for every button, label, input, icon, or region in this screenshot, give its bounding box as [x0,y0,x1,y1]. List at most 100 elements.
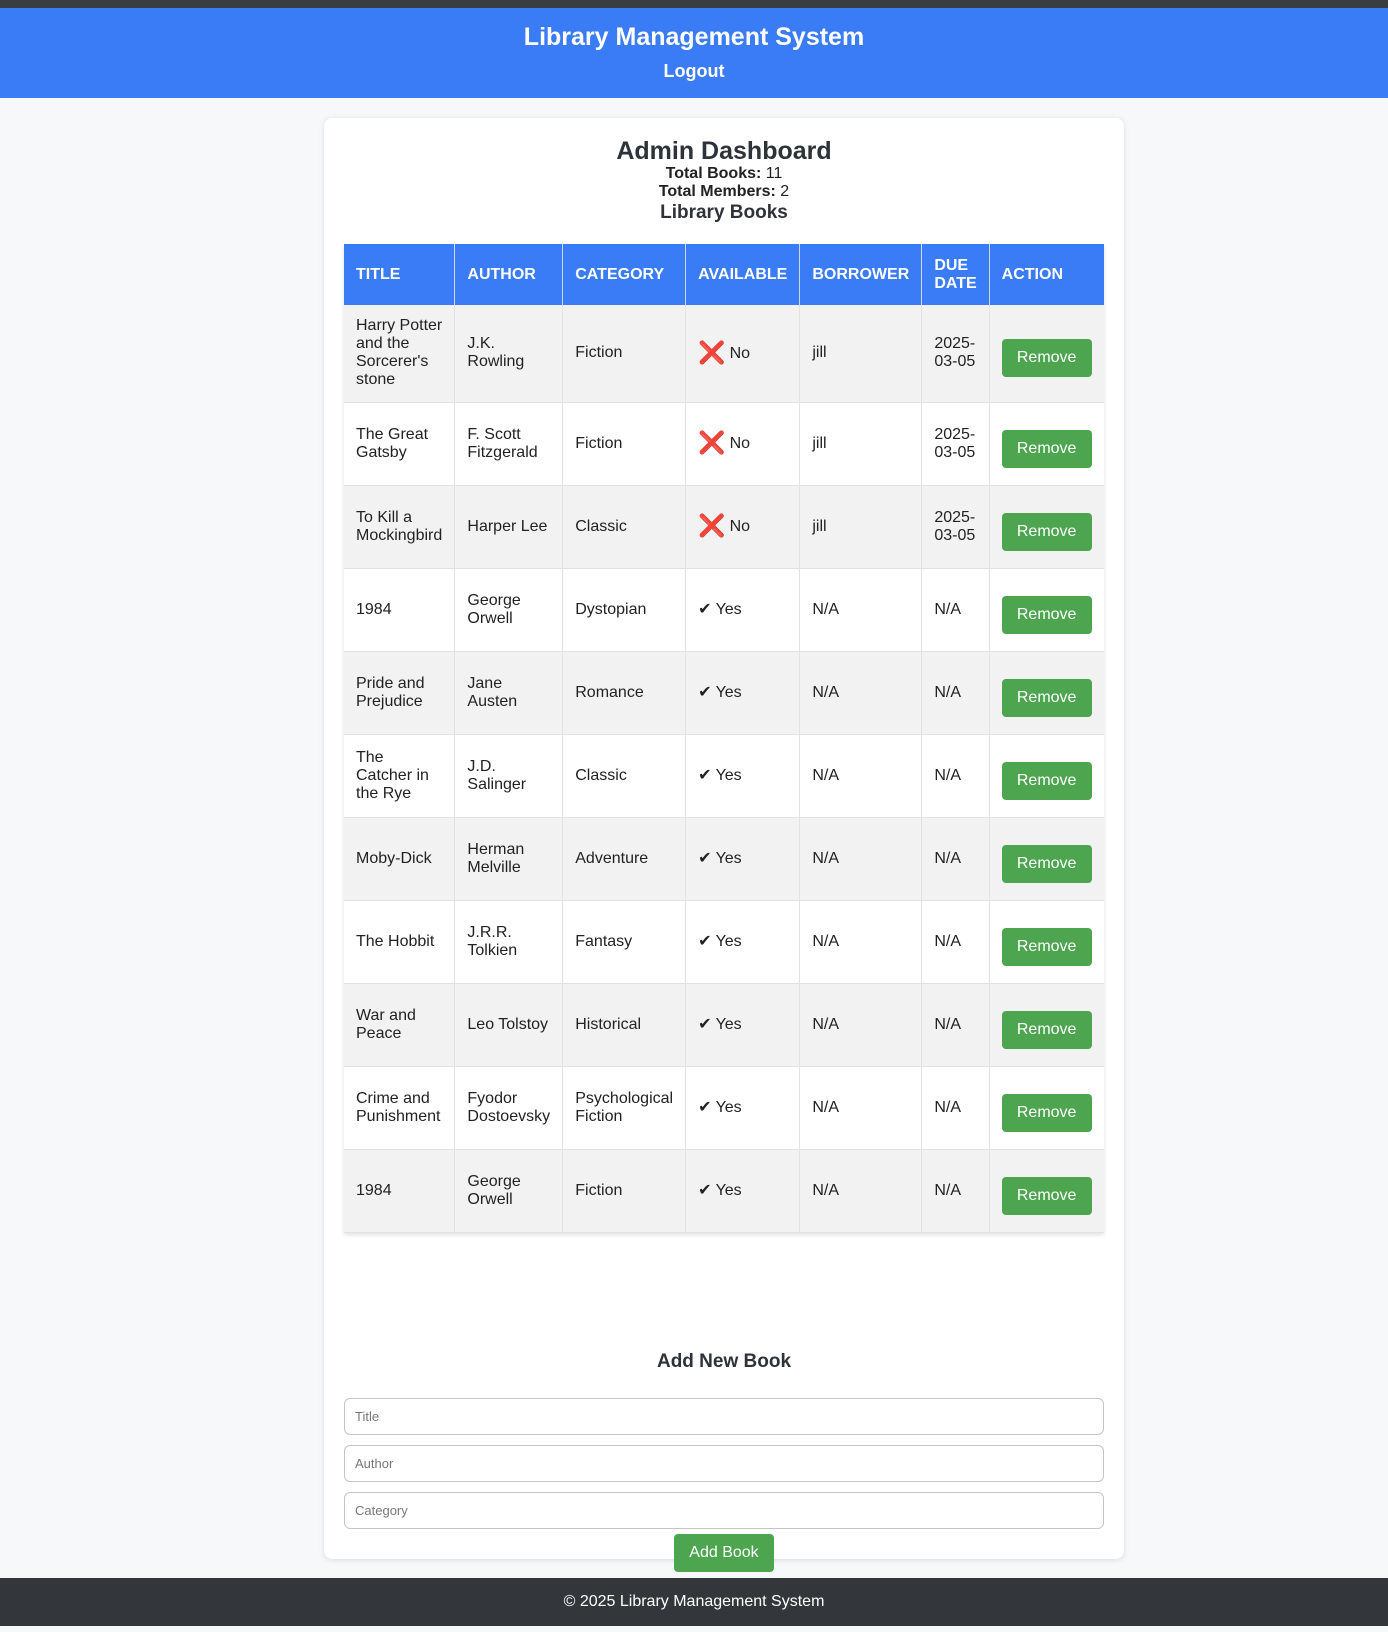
available-text: Yes [715,1181,742,1199]
cell-due-date: N/A [921,1066,990,1150]
available-text: Yes [715,600,742,618]
cell-available: ❌ No [685,485,801,569]
table-row: 1984 George Orwell Fiction ✔ Yes N/A N/A Remove [344,1149,1104,1233]
cell-borrower: jill [799,402,923,486]
cell-borrower: N/A [799,1149,923,1233]
cell-due-date: 2025-03-05 [921,402,990,486]
cell-category: Classic [562,734,687,818]
total-members-value: 2 [780,183,790,200]
total-members-label: Total Members: [658,183,776,200]
remove-button[interactable]: Remove [1001,1176,1092,1215]
cell-due-date: 2025-03-05 [921,485,990,569]
cell-borrower: N/A [799,817,923,901]
cell-available: ✔ Yes [685,983,801,1067]
available-text: Yes [715,766,742,784]
cell-category: Romance [562,651,687,735]
app-header: Library Management System Logout [0,8,1388,98]
available-text: Yes [715,1098,742,1116]
dashboard-card: Admin Dashboard Total Books: 11 Total Me… [324,118,1124,1572]
cell-category: Fiction [562,305,687,403]
total-books-value: 11 [765,165,783,182]
table-row: Pride and Prejudice Jane Austen Romance ✔ Ye… [344,651,1104,735]
header-available: Available [685,244,801,305]
cell-due-date: N/A [921,734,990,818]
cell-available: ✔ Yes [685,817,801,901]
cell-category: Historical [562,983,687,1067]
available-text: Yes [715,932,742,950]
header-title: Title [344,244,456,305]
cell-borrower: N/A [799,1066,923,1150]
cell-category: Psychological Fiction [562,1066,687,1150]
cell-author: George Orwell [454,568,564,652]
cell-author: Jane Austen [454,651,564,735]
check-mark-icon: ✔ [698,932,712,950]
add-book-button[interactable]: Add Book [674,1534,774,1572]
header-author: Author [454,244,564,305]
cell-action: Remove [989,651,1104,735]
cell-available: ✔ Yes [685,568,801,652]
remove-button[interactable]: Remove [1001,595,1092,634]
cross-mark-icon: ❌ [698,513,726,538]
cell-action: Remove [989,900,1104,984]
remove-button[interactable]: Remove [1001,927,1092,966]
cell-due-date: N/A [921,817,990,901]
remove-button[interactable]: Remove [1001,844,1092,883]
cell-borrower: N/A [799,734,923,818]
table-row: 1984 George Orwell Dystopian ✔ Yes N/A N/A Remo… [344,568,1104,652]
available-text: No [729,435,751,452]
header-category: Category [562,244,687,305]
cell-title: Moby-Dick [344,817,456,901]
top-strip [0,0,1388,8]
logout-link[interactable]: Logout [664,58,725,84]
cell-available: ✔ Yes [685,900,801,984]
cell-due-date: N/A [921,568,990,652]
cross-mark-icon: ❌ [698,339,726,365]
cell-due-date: N/A [921,900,990,984]
check-mark-icon: ✔ [698,766,712,784]
remove-button[interactable]: Remove [1001,678,1092,717]
cell-author: George Orwell [454,1149,564,1233]
cell-category: Fiction [562,402,687,486]
remove-button[interactable]: Remove [1001,761,1092,800]
add-book-heading: Add New Book [656,1351,792,1372]
check-mark-icon: ✔ [698,1181,712,1199]
cell-borrower: N/A [799,651,923,735]
cell-title: The Catcher in the Rye [344,734,456,818]
cell-borrower: jill [799,485,923,569]
check-mark-icon: ✔ [698,849,712,867]
remove-button[interactable]: Remove [1001,429,1092,468]
cell-title: Pride and Prejudice [344,651,456,735]
title-input[interactable] [344,1398,1104,1435]
remove-button[interactable]: Remove [1001,339,1092,378]
cell-category: Dystopian [562,568,687,652]
cell-action: Remove [989,817,1104,901]
cell-due-date: N/A [921,1149,990,1233]
available-text: Yes [715,683,742,701]
page-title: Admin Dashboard [616,137,832,165]
remove-button[interactable]: Remove [1001,512,1092,551]
available-text: No [729,344,751,362]
check-mark-icon: ✔ [698,1098,712,1116]
remove-button[interactable]: Remove [1001,1093,1092,1132]
cell-title: 1984 [344,1149,456,1233]
author-input[interactable] [344,1445,1104,1482]
remove-button[interactable]: Remove [1001,1010,1092,1049]
cell-due-date: 2025-03-05 [921,305,990,403]
cell-author: Leo Tolstoy [454,983,564,1067]
cell-title: To Kill a Mockingbird [344,485,456,569]
cell-borrower: N/A [799,983,923,1067]
cell-title: The Hobbit [344,900,456,984]
available-text: Yes [715,1015,742,1033]
cell-action: Remove [989,485,1104,569]
category-input[interactable] [344,1492,1104,1529]
cell-action: Remove [989,983,1104,1067]
cell-action: Remove [989,568,1104,652]
total-books-stat: Total Books: 11 [324,165,1124,183]
cell-title: The Great Gatsby [344,402,456,486]
table-row: To Kill a Mockingbird Harper Lee Classic ❌ N… [344,485,1104,569]
cell-author: J.R.R. Tolkien [454,900,564,984]
cell-author: J.K. Rowling [454,305,564,403]
total-members-stat: Total Members: 2 [324,183,1124,201]
table-row: Crime and Punishment Fyodor Dostoevsky Psy… [344,1066,1104,1150]
app-footer: © 2025 Library Management System [0,1578,1388,1626]
